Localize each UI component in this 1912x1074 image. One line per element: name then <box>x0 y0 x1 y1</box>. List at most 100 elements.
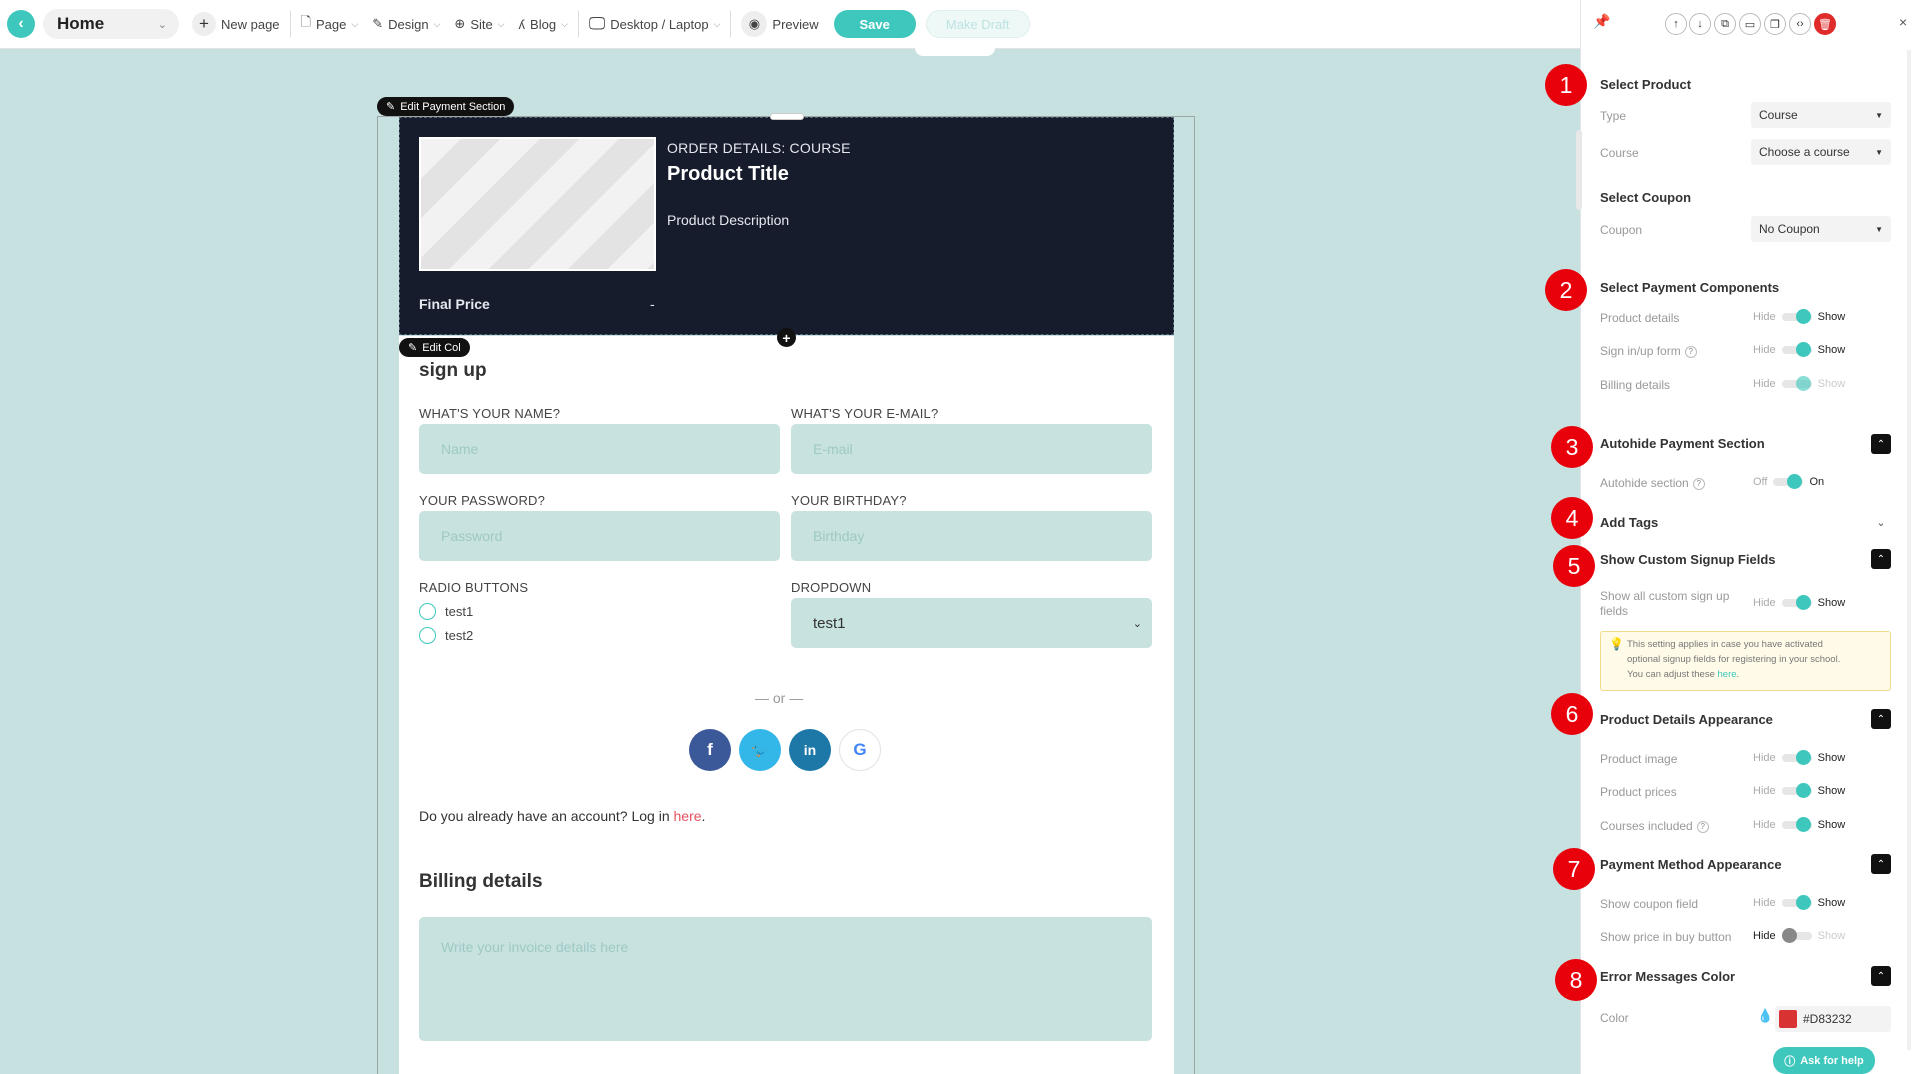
color-picker[interactable]: #D83232 <box>1775 1006 1891 1032</box>
sign-form-toggle[interactable]: Hide Show <box>1753 342 1845 357</box>
add-section-button[interactable]: + <box>777 328 796 347</box>
pin-icon[interactable]: 📌 <box>1593 13 1610 30</box>
toggle-track[interactable] <box>1781 783 1812 798</box>
code-icon[interactable]: ‹› <box>1789 13 1811 35</box>
show-price-toggle[interactable]: Hide Show <box>1753 928 1845 943</box>
toggle-track[interactable] <box>1781 376 1812 391</box>
toggle-track[interactable] <box>1781 342 1812 357</box>
back-button[interactable]: ‹ <box>7 10 35 38</box>
radio-circle[interactable] <box>419 627 436 644</box>
autohide-collapse-button[interactable]: ⌃ <box>1871 434 1891 454</box>
radio-circle[interactable] <box>419 603 436 620</box>
billing-details-toggle[interactable]: Hide Show <box>1753 376 1845 391</box>
color-value: #D83232 <box>1803 1012 1852 1026</box>
show-all-custom-label: Show all custom sign up fields <box>1600 589 1729 619</box>
radio-option[interactable]: test1 <box>419 603 473 620</box>
custom-signup-collapse-button[interactable]: ⌃ <box>1871 549 1891 569</box>
email-input[interactable]: E-mail <box>791 424 1152 474</box>
canvas-scroll-thumb[interactable] <box>1576 130 1582 210</box>
courses-included-text: Courses included <box>1600 819 1693 833</box>
design-menu[interactable]: ✎ Design ⌵ <box>365 0 447 48</box>
billing-details-textarea[interactable]: Write your invoice details here <box>419 917 1152 1041</box>
section-drag-handle[interactable] <box>770 113 804 120</box>
chevron-up-icon: ⌃ <box>1876 713 1886 725</box>
toggle-track[interactable] <box>1781 309 1812 324</box>
edit-col-button[interactable]: ✎ Edit Col <box>399 338 470 357</box>
move-up-icon[interactable]: ↑ <box>1665 13 1687 35</box>
product-appearance-collapse-button[interactable]: ⌃ <box>1871 709 1891 729</box>
autohide-toggle[interactable]: Off On <box>1753 474 1824 489</box>
toggle-hide-label: Hide <box>1753 897 1776 909</box>
toggle-show-label: Show <box>1817 897 1846 909</box>
settings-panel: 📌 ↑ ↓ ⧉ ▭ ❐ ‹› 🗑 × Select Product Type C… <box>1580 0 1912 1074</box>
move-down-icon[interactable]: ↓ <box>1689 13 1711 35</box>
radio-option[interactable]: test2 <box>419 627 473 644</box>
birthday-input[interactable]: Birthday <box>791 511 1152 561</box>
toggle-track[interactable] <box>1781 928 1812 943</box>
ask-for-help-button[interactable]: ⓘ Ask for help <box>1773 1047 1875 1074</box>
facebook-login-button[interactable]: f <box>689 729 731 771</box>
site-menu[interactable]: ⊕ Site ⌵ <box>447 0 511 48</box>
page-menu[interactable]: 🗋 Page ⌵ <box>294 0 366 48</box>
login-prompt-text: Do you already have an account? Log in <box>419 808 670 824</box>
toggle-track[interactable] <box>1773 474 1804 489</box>
password-input[interactable]: Password <box>419 511 780 561</box>
twitter-login-button[interactable]: 🐦 <box>739 729 781 771</box>
preview-button[interactable]: ◉ Preview <box>734 0 825 48</box>
course-select[interactable]: Choose a course ▼ <box>1751 139 1891 165</box>
note-end: . <box>1736 669 1740 680</box>
help-icon[interactable]: ? <box>1692 477 1705 490</box>
divider <box>730 11 732 37</box>
payment-method-collapse-button[interactable]: ⌃ <box>1871 854 1891 874</box>
device-selector[interactable]: 🖵 Desktop / Laptop ⌵ <box>582 0 728 48</box>
note-text-2: optional signup fields for registering i… <box>1627 654 1841 665</box>
chevron-down-icon: ⌵ <box>433 18 441 29</box>
toggle-knob <box>1795 309 1811 324</box>
courses-included-toggle[interactable]: Hide Show <box>1753 817 1845 832</box>
toggle-track[interactable] <box>1781 750 1812 765</box>
design-menu-label: Design <box>388 16 429 32</box>
eye-icon: ◉ <box>741 11 768 37</box>
new-page-label: New page <box>221 16 280 32</box>
toggle-track[interactable] <box>1781 895 1812 910</box>
color-swatch[interactable] <box>1779 1010 1797 1028</box>
duplicate-icon[interactable]: ⧉ <box>1714 13 1736 35</box>
toggle-track[interactable] <box>1781 595 1812 610</box>
name-input[interactable]: Name <box>419 424 780 474</box>
close-icon[interactable]: × <box>1899 14 1907 30</box>
copy-icon[interactable]: ❐ <box>1764 13 1786 35</box>
error-color-collapse-button[interactable]: ⌃ <box>1871 966 1891 986</box>
dropdown-select[interactable]: test1 ⌄ <box>791 598 1152 648</box>
order-details-heading: ORDER DETAILS: COURSE <box>667 140 851 156</box>
product-image-toggle[interactable]: Hide Show <box>1753 750 1845 765</box>
login-link[interactable]: here <box>674 808 702 824</box>
new-page-button[interactable]: + New page <box>185 0 287 48</box>
canvas-tab-handle[interactable] <box>915 44 995 56</box>
ask-for-help-label: Ask for help <box>1800 1054 1864 1067</box>
add-tags-expand-button[interactable]: ⌄ <box>1871 512 1891 532</box>
paste-icon[interactable]: ▭ <box>1739 13 1761 35</box>
edit-payment-section-button[interactable]: ✎ Edit Payment Section <box>377 97 515 116</box>
help-icon[interactable]: ? <box>1684 345 1697 358</box>
panel-scrollbar[interactable] <box>1907 50 1911 1050</box>
page-selector[interactable]: Home ⌄ <box>43 9 179 39</box>
help-icon[interactable]: ? <box>1696 820 1709 833</box>
linkedin-icon: in <box>803 742 817 758</box>
google-login-button[interactable]: G <box>839 729 881 771</box>
type-select[interactable]: Course ▼ <box>1751 102 1891 128</box>
signup-heading: sign up <box>419 360 487 381</box>
save-button[interactable]: Save <box>833 10 916 38</box>
note-link[interactable]: here <box>1718 669 1737 680</box>
show-all-custom-toggle[interactable]: Hide Show <box>1753 595 1845 610</box>
coupon-select[interactable]: No Coupon ▼ <box>1751 216 1891 242</box>
show-coupon-field-toggle[interactable]: Hide Show <box>1753 895 1846 910</box>
droplet-icon[interactable]: 💧 <box>1757 1008 1773 1024</box>
blog-menu[interactable]: ʎ Blog ⌵ <box>512 0 575 48</box>
make-draft-button[interactable]: Make Draft <box>925 10 1030 38</box>
linkedin-login-button[interactable]: in <box>789 729 831 771</box>
product-details-toggle[interactable]: Hide Show <box>1753 309 1845 324</box>
toggle-track[interactable] <box>1781 817 1812 832</box>
product-prices-toggle[interactable]: Hide Show <box>1753 783 1845 798</box>
globe-icon: ⊕ <box>454 16 466 31</box>
delete-icon[interactable]: 🗑 <box>1814 13 1836 35</box>
